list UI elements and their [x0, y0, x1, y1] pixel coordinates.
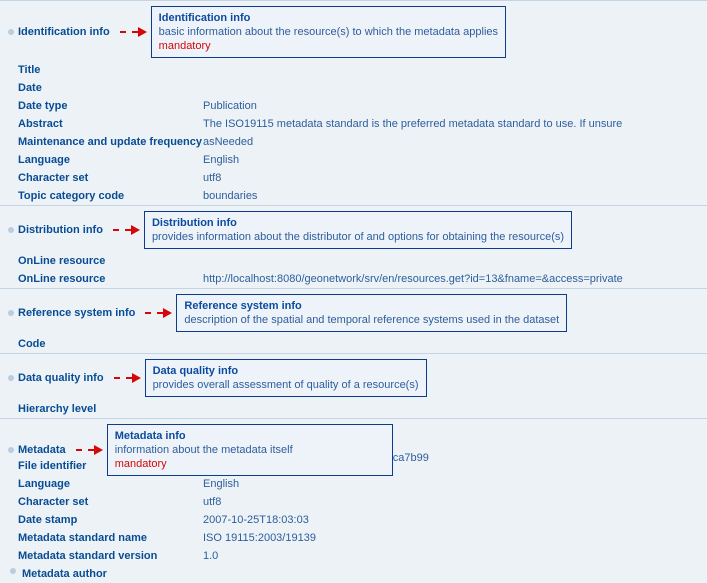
- arrow-icon: [145, 308, 172, 318]
- tooltip: Identification info basic information ab…: [151, 6, 506, 58]
- field-label: OnLine resource: [18, 255, 203, 267]
- field-value: boundaries: [203, 190, 707, 202]
- tooltip-desc: provides overall assessment of quality o…: [153, 378, 419, 392]
- field-value: [203, 338, 707, 350]
- field-value: English: [203, 478, 707, 490]
- section-title: Identification info: [18, 26, 116, 38]
- tooltip-title: Reference system info: [184, 299, 559, 313]
- field-value-file-identifier-partial: 5ca7b99: [383, 424, 707, 464]
- bullet-icon: [8, 310, 14, 316]
- field-label: Metadata standard name: [18, 532, 203, 544]
- field-label: OnLine resource: [18, 273, 203, 285]
- tooltip-mandatory: mandatory: [115, 457, 385, 471]
- field-value: 1.0: [203, 550, 707, 562]
- field-label: Date: [18, 82, 203, 94]
- tooltip-desc: basic information about the resource(s) …: [159, 25, 498, 39]
- section-title: Distribution info: [18, 224, 109, 236]
- tooltip-desc: provides information about the distribut…: [152, 230, 564, 244]
- arrow-icon: [120, 27, 147, 37]
- tooltip: Distribution info provides information a…: [144, 211, 572, 249]
- field-value: [203, 255, 707, 267]
- field-value: [203, 403, 707, 415]
- arrow-icon: [76, 445, 103, 455]
- section-title: Reference system info: [18, 307, 141, 319]
- field-label: Date stamp: [18, 514, 203, 526]
- field-label: Language: [18, 154, 203, 166]
- field-value: English: [203, 154, 707, 166]
- tooltip: Reference system info description of the…: [176, 294, 567, 332]
- field-value: The ISO19115 metadata standard is the pr…: [203, 118, 707, 130]
- field-label: Title: [18, 64, 203, 76]
- bullet-icon: [10, 568, 16, 574]
- field-value: http://localhost:8080/geonetwork/srv/en/…: [203, 273, 707, 285]
- field-value: utf8: [203, 172, 707, 184]
- field-value: 2007-10-25T18:03:03: [203, 514, 707, 526]
- field-label: Metadata author: [20, 568, 207, 580]
- field-label: Date type: [18, 100, 203, 112]
- field-label: Metadata standard version: [18, 550, 203, 562]
- field-value: utf8: [203, 496, 707, 508]
- field-value: [203, 82, 707, 94]
- field-value: asNeeded: [203, 136, 707, 148]
- bullet-icon: [8, 375, 14, 381]
- section-metadata: Metadata Metadata info information about…: [0, 418, 707, 583]
- field-label: Maintenance and update frequency: [18, 136, 203, 148]
- bullet-icon: [8, 447, 14, 453]
- section-title: Data quality info: [18, 372, 110, 384]
- section-reference-system: Reference system info Reference system i…: [0, 288, 707, 353]
- field-value: [203, 64, 707, 76]
- tooltip-mandatory: mandatory: [159, 39, 498, 53]
- tooltip-title: Distribution info: [152, 216, 564, 230]
- section-data-quality: Data quality info Data quality info prov…: [0, 353, 707, 418]
- bullet-icon: [8, 227, 14, 233]
- section-identification: Identification info Identification info …: [0, 0, 707, 205]
- tooltip-title: Metadata info: [115, 429, 385, 443]
- section-title: Metadata: [18, 444, 72, 456]
- arrow-icon: [113, 225, 140, 235]
- tooltip-title: Data quality info: [153, 364, 419, 378]
- field-value: Publication: [203, 100, 707, 112]
- field-label: Topic category code: [18, 190, 203, 202]
- arrow-icon: [114, 373, 141, 383]
- field-label: Code: [18, 338, 203, 350]
- bullet-icon: [8, 29, 14, 35]
- field-label: Character set: [18, 172, 203, 184]
- tooltip-title: Identification info: [159, 11, 498, 25]
- section-distribution: Distribution info Distribution info prov…: [0, 205, 707, 288]
- field-label: Character set: [18, 496, 203, 508]
- tooltip: Metadata info information about the meta…: [107, 424, 393, 476]
- field-label: Abstract: [18, 118, 203, 130]
- field-label: Hierarchy level: [18, 403, 203, 415]
- field-label: Language: [18, 478, 203, 490]
- tooltip-desc: description of the spatial and temporal …: [184, 313, 559, 327]
- field-value: ISO 19115:2003/19139: [203, 532, 707, 544]
- tooltip-desc: information about the metadata itself: [115, 443, 385, 457]
- tooltip: Data quality info provides overall asses…: [145, 359, 427, 397]
